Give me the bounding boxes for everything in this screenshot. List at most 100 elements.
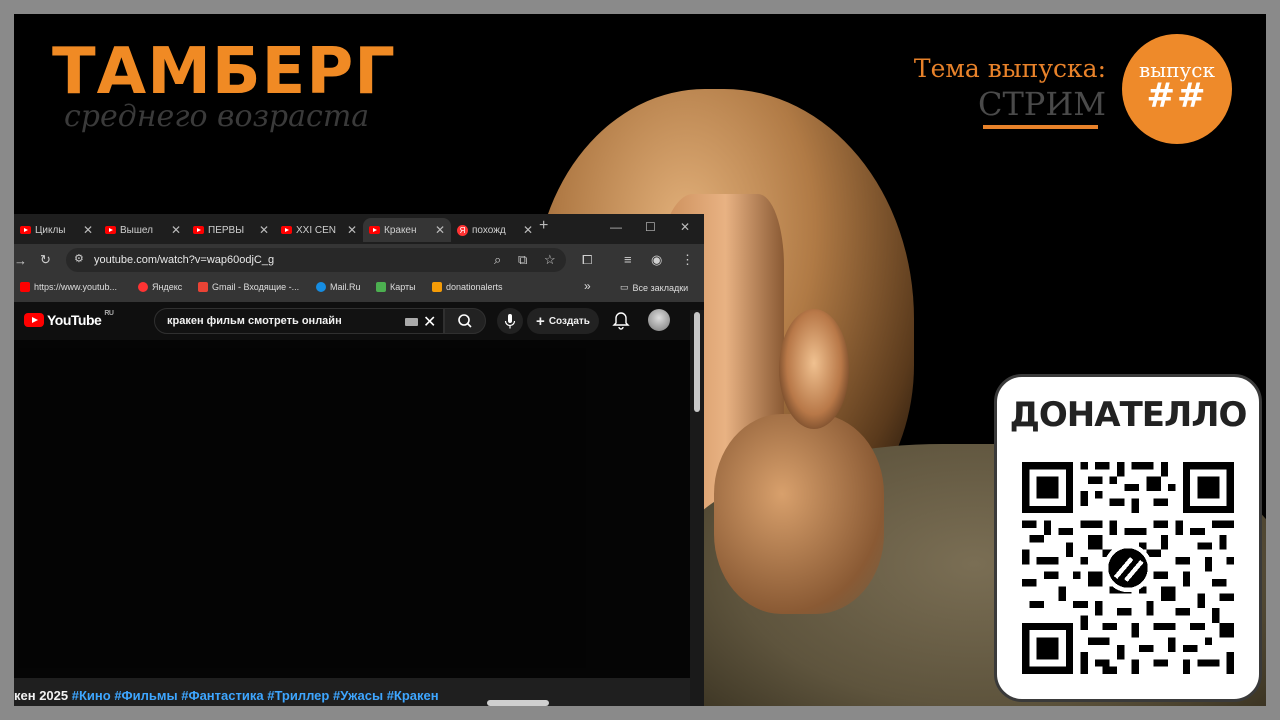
extensions-icon[interactable]: ⧠	[582, 252, 592, 268]
profile-icon[interactable]: ◉	[651, 252, 662, 268]
bookmark-yandex[interactable]: Яндекс	[138, 282, 182, 292]
tab-4[interactable]: XXI CEN ✕	[275, 218, 363, 242]
tab-6[interactable]: Я похожд ✕	[451, 218, 539, 242]
search-icon	[458, 314, 472, 328]
bookmark-gmail[interactable]: Gmail - Входящие -...	[198, 282, 299, 292]
region-code: RU	[104, 310, 114, 317]
donationalerts-icon	[432, 282, 442, 292]
topic-underline	[983, 125, 1098, 129]
bookmarks-bar: https://www.youtub... Яндекс Gmail - Вхо…	[14, 276, 704, 302]
stream-frame: ТАМБЕРГ среднего возраста Тема выпуска: …	[14, 14, 1266, 706]
close-icon[interactable]: ✕	[347, 223, 357, 237]
menu-icon[interactable]: ⋮	[681, 252, 694, 268]
donate-title: ДОНАТЕЛЛО	[1009, 395, 1248, 435]
youtube-logo[interactable]: YouTube RU	[24, 310, 114, 328]
logo-text: YouTube	[47, 312, 102, 328]
bookmark-maps[interactable]: Карты	[376, 282, 416, 292]
video-title-prefix: кен 2025	[14, 688, 69, 703]
tab-label: XXI CEN	[296, 224, 337, 236]
maximize-icon[interactable]: ☐	[645, 220, 656, 234]
hashtag-link[interactable]: #Фильмы	[114, 688, 177, 703]
scrollbar-thumb[interactable]	[694, 312, 700, 412]
youtube-icon	[369, 226, 380, 234]
install-icon[interactable]: ⧉	[518, 252, 527, 268]
donate-qr-code[interactable]	[1022, 462, 1234, 674]
issue-label: выпуск	[1139, 58, 1215, 82]
forward-icon[interactable]: →	[14, 253, 27, 268]
site-settings-icon[interactable]: ⚙	[74, 252, 84, 265]
reload-icon[interactable]: ↻	[40, 252, 51, 268]
bookmark-label: Карты	[390, 282, 416, 292]
yandex-icon: Я	[457, 224, 468, 236]
gmail-icon	[198, 282, 208, 292]
bookmark-donationalerts[interactable]: donationalerts	[432, 282, 503, 292]
issue-badge: выпуск ##	[1122, 34, 1232, 144]
youtube-icon	[20, 226, 31, 234]
microphone-icon	[504, 314, 516, 329]
bookmark-mailru[interactable]: Mail.Ru	[316, 282, 361, 292]
close-icon[interactable]: ✕	[523, 223, 533, 237]
youtube-icon	[20, 282, 30, 292]
close-icon[interactable]: ✕	[83, 223, 93, 237]
bookmark-label: Яндекс	[152, 282, 183, 292]
tab-label: ПЕРВЫ	[208, 224, 245, 236]
account-avatar[interactable]	[648, 309, 670, 331]
maps-icon	[376, 282, 386, 292]
more-bookmarks-icon[interactable]: »	[584, 279, 591, 293]
youtube-masthead: YouTube RU кракен фильм смотреть онлайн …	[14, 302, 704, 340]
close-icon[interactable]: ✕	[259, 223, 269, 237]
search-button[interactable]	[444, 308, 486, 334]
issue-number: ##	[1146, 76, 1208, 116]
horizontal-scroll-thumb[interactable]	[487, 700, 549, 706]
keyboard-icon[interactable]	[405, 318, 418, 326]
youtube-play-icon	[24, 313, 44, 327]
video-frame[interactable]	[18, 348, 586, 668]
search-input[interactable]: кракен фильм смотреть онлайн ✕	[154, 308, 444, 334]
address-bar: → ↻ ⚙ youtube.com/watch?v=wap60odjC_g ⌕ …	[14, 244, 704, 276]
youtube-icon	[105, 226, 116, 234]
close-icon[interactable]: ✕	[435, 223, 445, 237]
hashtag-link[interactable]: #Кракен	[387, 688, 439, 703]
episode-topic: Тема выпуска: СТРИМ	[914, 54, 1106, 129]
video-player[interactable]	[14, 340, 690, 678]
all-bookmarks[interactable]: ▭ Все закладки	[620, 282, 688, 293]
tab-2[interactable]: Вышел ✕	[99, 218, 187, 242]
tab-strip: Циклы ✕ Вышел ✕ ПЕРВЫ ✕ XXI CEN ✕ Кракен	[14, 214, 704, 244]
hashtag-link[interactable]: #Ужасы	[333, 688, 383, 703]
tab-label: похожд	[472, 224, 506, 236]
tab-3[interactable]: ПЕРВЫ ✕	[187, 218, 275, 242]
new-tab-icon[interactable]: +	[539, 217, 548, 235]
notifications-bell-icon[interactable]	[612, 311, 630, 331]
search-query: кракен фильм смотреть онлайн	[167, 315, 342, 327]
url-text: youtube.com/watch?v=wap60odjC_g	[94, 254, 275, 266]
folder-icon: ▭	[620, 282, 629, 292]
media-control-icon[interactable]: ≡	[624, 252, 632, 267]
window-close-icon[interactable]: ✕	[680, 220, 690, 234]
bookmark-star-icon[interactable]: ☆	[544, 252, 556, 268]
person-neck	[714, 414, 884, 614]
person-ear	[779, 309, 849, 429]
plus-icon: +	[536, 312, 545, 330]
tab-label: Циклы	[35, 224, 66, 236]
brand-subtitle: среднего возраста	[64, 99, 370, 134]
all-bookmarks-label: Все закладки	[632, 282, 689, 293]
minimize-icon[interactable]: —	[610, 220, 622, 234]
voice-search-button[interactable]	[497, 308, 523, 334]
hashtag-link[interactable]: #Триллер	[267, 688, 329, 703]
close-icon[interactable]: ✕	[171, 223, 181, 237]
zoom-icon[interactable]: ⌕	[494, 252, 501, 268]
bookmark-label: https://www.youtub...	[34, 282, 118, 292]
bookmark-youtube[interactable]: https://www.youtub...	[20, 282, 117, 292]
url-field[interactable]: ⚙ youtube.com/watch?v=wap60odjC_g ⌕ ⧉ ☆	[66, 248, 566, 272]
bookmark-label: Gmail - Входящие -...	[212, 282, 300, 292]
youtube-icon	[193, 226, 204, 234]
tab-5-active[interactable]: Кракен ✕	[363, 218, 451, 242]
hashtag-link[interactable]: #Кино	[72, 688, 111, 703]
bookmark-label: donationalerts	[446, 282, 503, 292]
create-button[interactable]: + Создать	[527, 308, 599, 334]
yandex-icon	[138, 282, 148, 292]
tab-label: Вышел	[120, 224, 153, 236]
clear-search-icon[interactable]: ✕	[423, 312, 436, 332]
tab-1[interactable]: Циклы ✕	[14, 218, 99, 242]
hashtag-link[interactable]: #Фантастика	[181, 688, 263, 703]
